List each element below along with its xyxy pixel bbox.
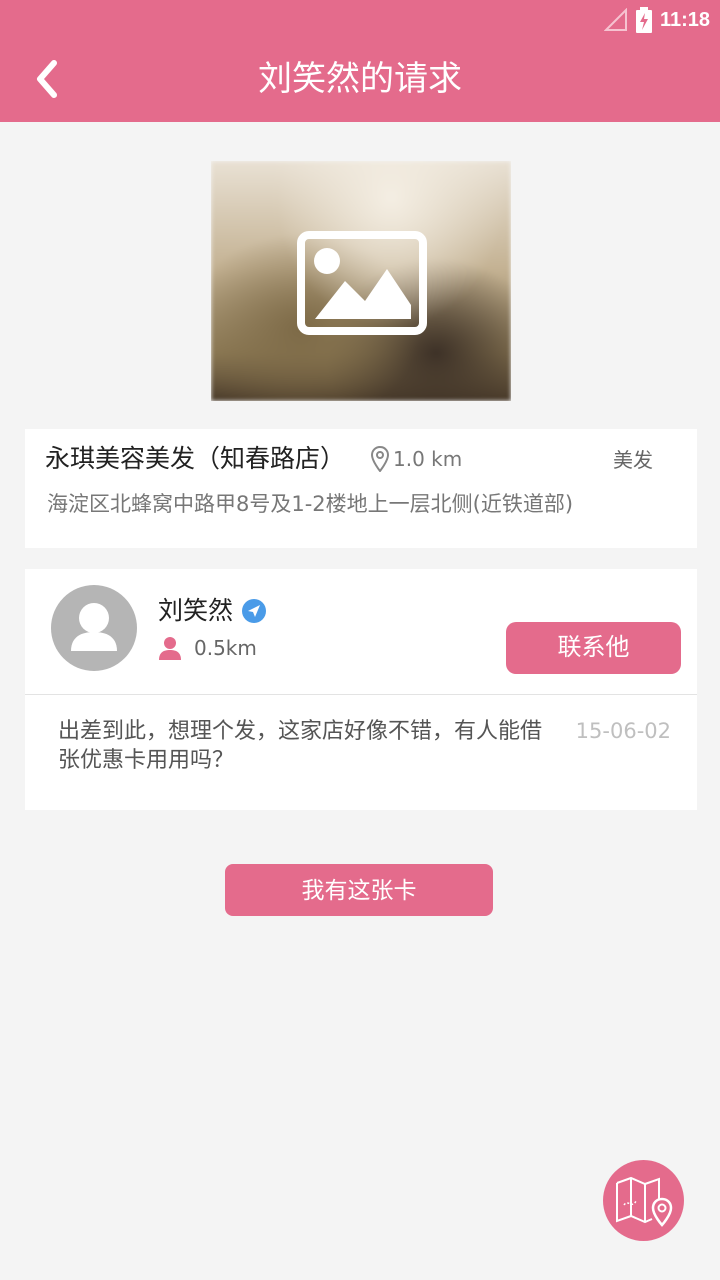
image-placeholder-icon [297,231,427,335]
request-date: 15-06-02 [575,719,671,743]
status-bar: 11:18 [0,0,720,40]
shop-info-card[interactable]: 永琪美容美发（知春路店） 1.0 km 美发 海淀区北蜂窝中路甲8号及1-2楼地… [25,429,697,548]
status-time: 11:18 [659,8,710,31]
request-message: 出差到此，想理个发，这家店好像不错，有人能借张优惠卡用用吗？ [58,719,543,773]
shop-name: 永琪美容美发（知春路店） [45,444,346,473]
location-pin-icon [371,446,389,472]
shop-distance: 1.0 km [371,444,462,474]
shop-photo[interactable] [211,161,511,401]
shop-category: 美发 [613,448,653,472]
have-card-button[interactable]: 我有这张卡 [225,864,493,916]
signal-icon [603,8,627,31]
battery-icon [635,7,652,33]
user-avatar-icon [71,603,117,651]
contact-button[interactable]: 联系他 [506,622,681,674]
requester-distance-value: 0.5km [194,636,257,660]
shop-distance-value: 1.0 km [393,447,463,471]
requester-distance: 0.5km [158,633,257,663]
avatar[interactable] [51,585,137,671]
map-pin-icon [615,1176,672,1227]
request-card: 刘笑然 0.5km 联系他 出差到此，想理个发，这家店好像不错，有人能借张优惠卡… [25,569,697,810]
app-header: 刘笑然的请求 [0,40,720,122]
verified-badge-icon [242,599,267,623]
requester-name: 刘笑然 [158,596,234,625]
page-title: 刘笑然的请求 [258,59,462,99]
divider [25,694,697,695]
shop-address: 海淀区北蜂窝中路甲8号及1-2楼地上一层北侧(近铁道部) [47,492,574,516]
person-icon [159,637,181,660]
requester-name-row: 刘笑然 [158,593,267,629]
map-button[interactable] [603,1160,684,1241]
